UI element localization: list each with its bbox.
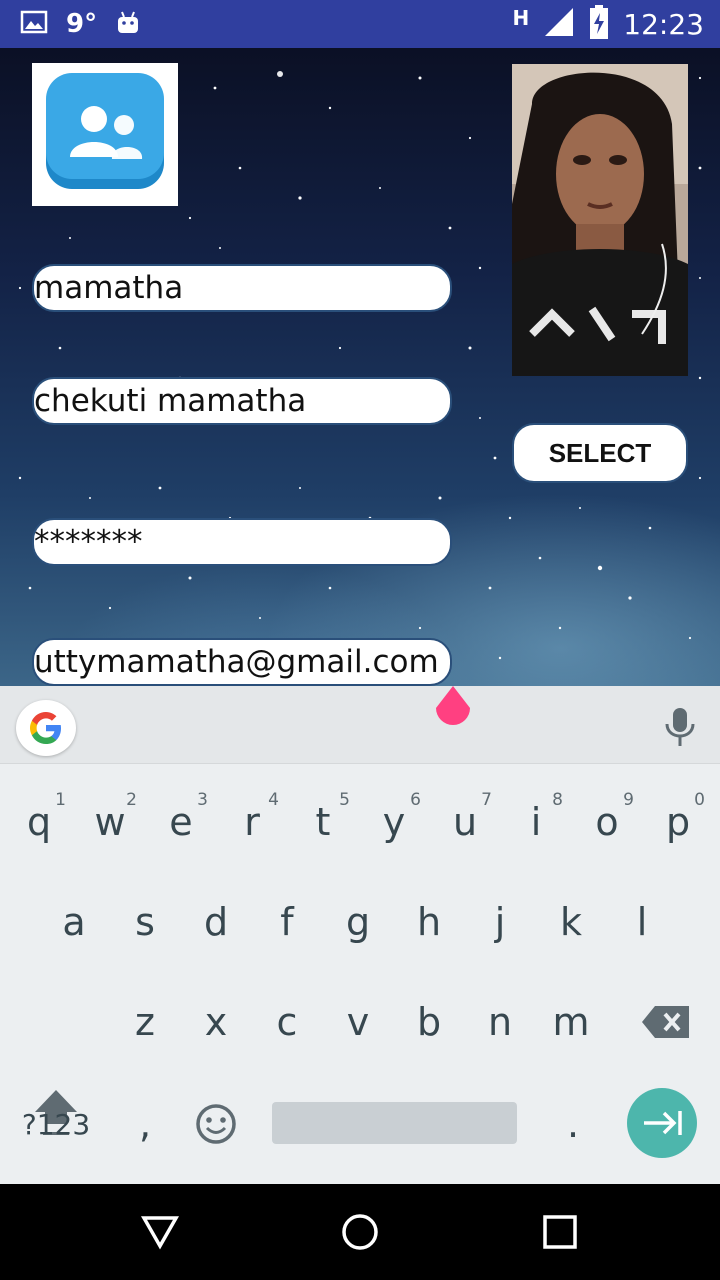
comma-key[interactable]: , — [110, 1084, 180, 1164]
key-y[interactable]: y6 — [359, 782, 429, 862]
backspace-icon — [642, 1006, 689, 1038]
key-d[interactable]: d — [181, 882, 251, 962]
key-p[interactable]: p0 — [643, 782, 713, 862]
key-a[interactable]: a — [39, 882, 109, 962]
key-hint-number: 8 — [552, 790, 563, 810]
signal-icon — [543, 6, 575, 42]
key-b[interactable]: b — [394, 982, 464, 1062]
key-g[interactable]: g — [323, 882, 393, 962]
key-label: r — [244, 800, 260, 844]
soft-keyboard: ?123 , . q1w2e3r4t5y6u7i8o9p0asdfghjklzx… — [0, 686, 720, 1184]
google-search-button[interactable] — [16, 700, 76, 756]
navigation-bar — [0, 1184, 720, 1280]
key-z[interactable]: z — [110, 982, 180, 1062]
key-hint-number: 7 — [481, 790, 492, 810]
key-hint-number: 1 — [55, 790, 66, 810]
key-label: t — [315, 800, 331, 844]
next-arrow-icon — [644, 1111, 682, 1135]
key-label: e — [169, 800, 193, 844]
key-label: p — [665, 800, 691, 844]
key-q[interactable]: q1 — [4, 782, 74, 862]
suggestion-bar — [0, 686, 720, 764]
emoji-icon — [196, 1104, 236, 1144]
key-hint-number: 9 — [623, 790, 634, 810]
first-name-input[interactable]: mamatha — [32, 264, 452, 312]
space-key[interactable] — [272, 1102, 517, 1144]
temperature-text: 9° — [66, 9, 98, 39]
key-label: y — [382, 800, 406, 844]
key-hint-number: 3 — [197, 790, 208, 810]
symbols-key[interactable]: ?123 — [20, 1084, 92, 1164]
full-name-input[interactable]: chekuti mamatha — [32, 377, 452, 425]
key-e[interactable]: e3 — [146, 782, 216, 862]
key-j[interactable]: j — [465, 882, 535, 962]
emoji-key[interactable] — [181, 1084, 251, 1164]
key-m[interactable]: m — [536, 982, 606, 1062]
key-s[interactable]: s — [110, 882, 180, 962]
key-hint-number: 5 — [339, 790, 350, 810]
key-k[interactable]: k — [536, 882, 606, 962]
key-h[interactable]: h — [394, 882, 464, 962]
google-icon — [30, 712, 61, 744]
recents-icon[interactable] — [542, 1214, 578, 1250]
period-key[interactable]: . — [538, 1084, 608, 1164]
key-r[interactable]: r4 — [217, 782, 287, 862]
app-logo — [32, 63, 178, 206]
gallery-icon — [20, 10, 48, 38]
key-f[interactable]: f — [252, 882, 322, 962]
registration-screen: mamatha chekuti mamatha ******* uttymama… — [0, 48, 720, 686]
key-label: o — [595, 800, 619, 844]
key-t[interactable]: t5 — [288, 782, 358, 862]
key-l[interactable]: l — [607, 882, 677, 962]
email-input[interactable]: uttymamatha@gmail.com — [32, 638, 452, 686]
key-i[interactable]: i8 — [501, 782, 571, 862]
key-w[interactable]: w2 — [75, 782, 145, 862]
contacts-icon — [46, 73, 164, 189]
android-icon — [115, 9, 141, 39]
key-hint-number: 6 — [410, 790, 421, 810]
microphone-icon[interactable] — [660, 704, 700, 748]
key-v[interactable]: v — [323, 982, 393, 1062]
key-u[interactable]: u7 — [430, 782, 500, 862]
key-hint-number: 0 — [694, 790, 705, 810]
network-type-text: H — [512, 6, 530, 30]
key-label: i — [530, 800, 542, 844]
key-label: q — [26, 800, 52, 844]
select-photo-button[interactable]: SELECT — [512, 423, 688, 483]
key-hint-number: 2 — [126, 790, 137, 810]
back-icon[interactable] — [140, 1212, 180, 1252]
password-input[interactable]: ******* — [32, 518, 452, 566]
text-cursor-handle[interactable] — [432, 686, 474, 734]
key-n[interactable]: n — [465, 982, 535, 1062]
battery-charging-icon — [589, 5, 609, 43]
clock-text: 12:23 — [623, 7, 704, 41]
key-o[interactable]: o9 — [572, 782, 642, 862]
home-icon[interactable] — [340, 1212, 380, 1252]
key-label: u — [452, 800, 478, 844]
backspace-key[interactable] — [631, 982, 701, 1062]
key-hint-number: 4 — [268, 790, 279, 810]
key-x[interactable]: x — [181, 982, 251, 1062]
profile-photo — [512, 64, 688, 376]
key-c[interactable]: c — [252, 982, 322, 1062]
key-label: w — [94, 800, 126, 844]
status-bar: 9° H 12:23 — [0, 0, 720, 48]
enter-next-key[interactable] — [627, 1088, 697, 1158]
